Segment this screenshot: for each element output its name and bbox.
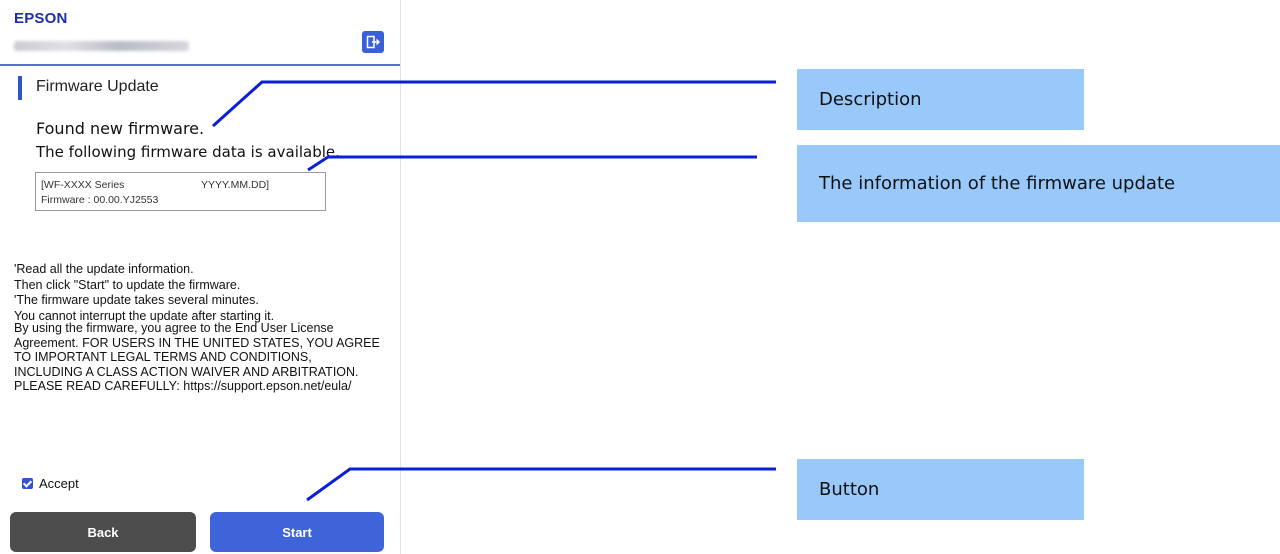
button-callout: Button xyxy=(797,459,1084,520)
firmware-info-callout: The information of the firmware update xyxy=(797,145,1280,222)
info-leader-line xyxy=(307,155,757,172)
button-leader-line xyxy=(306,467,776,502)
callout-leader-lines xyxy=(211,80,776,502)
description-callout: Description xyxy=(797,69,1084,130)
description-leader-line xyxy=(211,80,776,128)
